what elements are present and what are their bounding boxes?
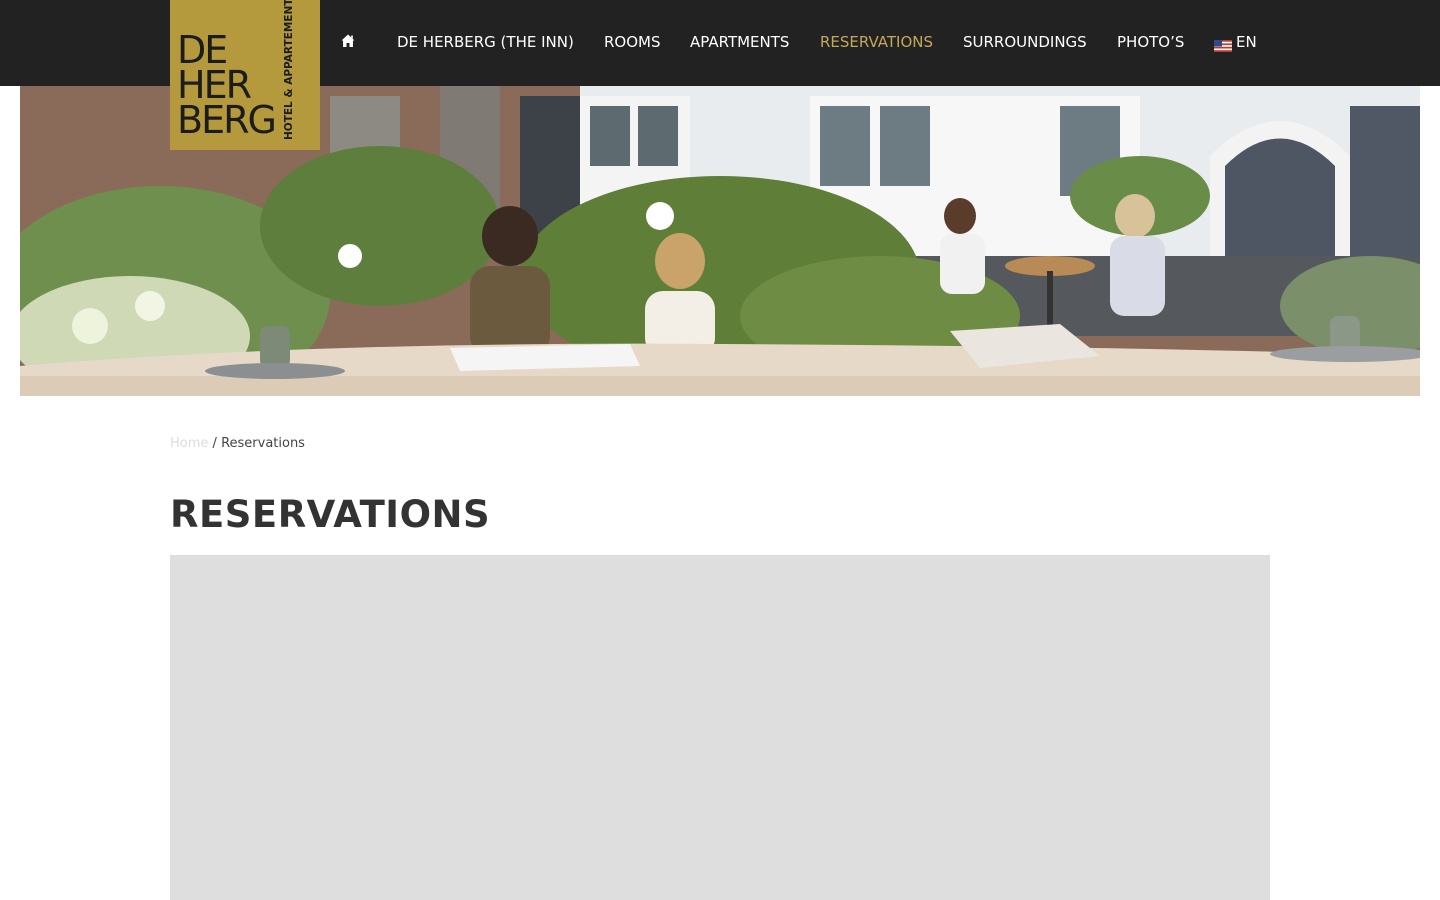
logo-text-line2: HER <box>177 63 252 107</box>
logo-text-line3: BERG <box>177 98 277 142</box>
nav-item-reservations[interactable]: RESERVATIONS <box>820 33 933 51</box>
nav-item-photos[interactable]: PHOTO’S <box>1117 33 1184 51</box>
logo-text-line1: DE <box>177 28 228 72</box>
site-logo[interactable]: DE HER BERG HOTEL & APPARTEMENTEN <box>170 0 320 150</box>
breadcrumb-separator: / <box>212 436 217 451</box>
nav-item-rooms[interactable]: ROOMS <box>604 33 661 51</box>
breadcrumb-current: Reservations <box>221 436 305 451</box>
logo-subtitle: HOTEL & APPARTEMENTEN <box>283 0 295 140</box>
breadcrumb-home-link[interactable]: Home <box>170 436 208 451</box>
reservation-widget-frame[interactable] <box>170 555 1270 900</box>
language-switcher[interactable]: EN <box>1236 33 1257 51</box>
page-title: RESERVATIONS <box>170 493 491 536</box>
nav-item-surroundings[interactable]: SURROUNDINGS <box>963 33 1087 51</box>
us-flag-icon[interactable] <box>1214 37 1232 52</box>
nav-item-de-herberg[interactable]: DE HERBERG (THE INN) <box>397 33 574 51</box>
home-icon[interactable] <box>340 33 356 49</box>
breadcrumb: Home / Reservations <box>170 436 305 452</box>
nav-item-apartments[interactable]: APARTMENTS <box>690 33 789 51</box>
